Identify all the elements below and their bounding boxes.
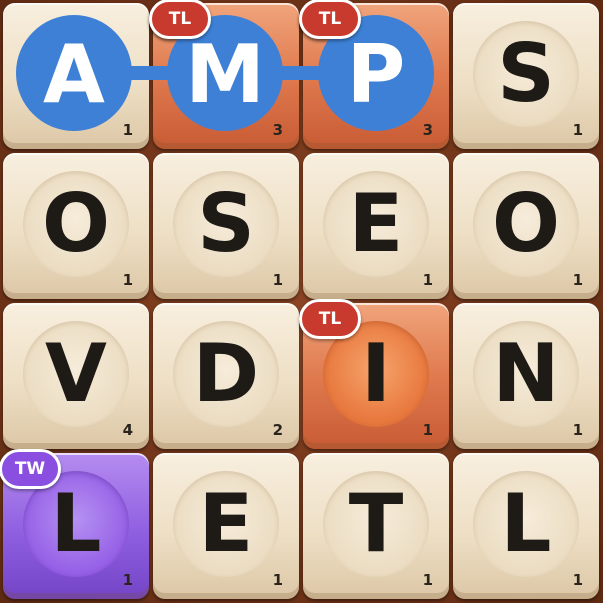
tile-points: 4 (122, 421, 133, 439)
tile-letter: D (192, 327, 260, 420)
tile-r2c2[interactable]: S 1 (153, 153, 299, 299)
tile-r4c2[interactable]: E 1 (153, 453, 299, 599)
tile-letter: M (186, 27, 266, 120)
tile-points: 1 (422, 421, 433, 439)
tile-letter: L (500, 477, 552, 570)
tile-points: 1 (572, 421, 583, 439)
tile-points: 3 (272, 121, 283, 139)
tile-letter: V (45, 327, 107, 420)
tile-points: 2 (272, 421, 283, 439)
triple-word-badge: TW (0, 449, 61, 489)
tile-letter: S (497, 27, 555, 120)
tile-r2c4[interactable]: O 1 (453, 153, 599, 299)
tile-letter: P (346, 27, 406, 120)
tile-points: 1 (422, 271, 433, 289)
tile-points: 1 (572, 121, 583, 139)
tile-letter: T (348, 477, 404, 570)
tile-points: 1 (572, 571, 583, 589)
tile-letter: E (198, 477, 254, 570)
tile-points: 1 (272, 271, 283, 289)
tile-letter: I (361, 327, 391, 420)
triple-letter-badge-overlay: TL (299, 0, 361, 39)
tile-points: 3 (422, 121, 433, 139)
tile-points: 1 (572, 271, 583, 289)
tile-r2c3[interactable]: E 1 (303, 153, 449, 299)
triple-letter-badge: TL (299, 299, 361, 339)
tile-r1c1[interactable]: A 1 (3, 3, 149, 149)
tile-points: 1 (122, 271, 133, 289)
triple-letter-badge-overlay: TL (149, 0, 211, 39)
tile-r4c1[interactable]: L 1 TW (0, 449, 149, 599)
tile-letter: S (197, 177, 255, 270)
tile-r1c4[interactable]: S 1 (453, 3, 599, 149)
tile-points: 1 (122, 121, 133, 139)
tile-letter: N (492, 327, 560, 420)
tile-r3c1[interactable]: V 4 (3, 303, 149, 449)
tile-letter: E (348, 177, 404, 270)
tile-r3c3[interactable]: I 1 TL (299, 299, 449, 449)
tile-r4c4[interactable]: L 1 (453, 453, 599, 599)
game-board: A 1 M 3 TL P 3 TL S 1 O 1 S 1 E 1 O 1 (0, 0, 603, 603)
tile-letter: A (45, 27, 107, 120)
tile-letter: L (50, 477, 102, 570)
tile-letter: O (41, 177, 110, 270)
tile-r3c2[interactable]: D 2 (153, 303, 299, 449)
tile-points: 1 (422, 571, 433, 589)
tile-r3c4[interactable]: N 1 (453, 303, 599, 449)
tile-points: 1 (122, 571, 133, 589)
tile-r4c3[interactable]: T 1 (303, 453, 449, 599)
tile-points: 1 (272, 571, 283, 589)
tile-r2c1[interactable]: O 1 (3, 153, 149, 299)
tile-letter: O (491, 177, 560, 270)
